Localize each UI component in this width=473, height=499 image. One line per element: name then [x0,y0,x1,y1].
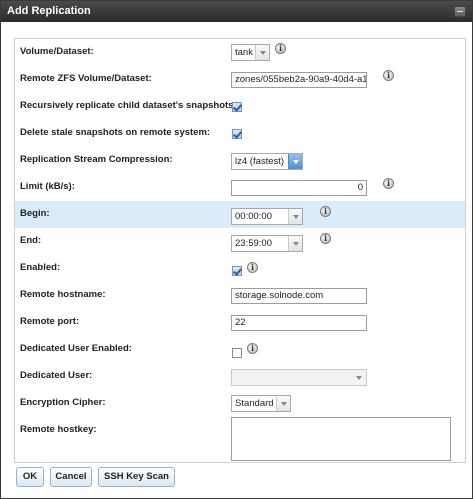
chevron-down-icon [352,370,366,385]
begin-label: Begin: [20,208,50,219]
dialog-titlebar: Add Replication [1,1,472,22]
dedicated-user-enabled-row: Dedicated User Enabled: i [15,336,465,363]
chevron-down-icon [288,154,302,169]
compression-row: Replication Stream Compression: lz4 (fas… [15,147,465,174]
dedicated-user-select[interactable] [231,369,367,386]
delete-stale-row: Delete stale snapshots on remote system: [15,120,465,147]
remote-volume-label: Remote ZFS Volume/Dataset: [20,73,152,84]
remote-port-input[interactable]: 22 [231,315,367,331]
compression-label: Replication Stream Compression: [20,154,173,165]
compression-value: lz4 (fastest) [235,156,285,167]
delete-stale-label: Delete stale snapshots on remote system: [20,127,211,138]
dialog-title: Add Replication [7,5,91,17]
recursive-checkbox[interactable] [232,102,242,112]
end-select[interactable]: 23:59:00 [231,235,303,252]
chevron-down-icon [288,209,302,224]
volume-value: tank [235,47,253,58]
compression-select[interactable]: lz4 (fastest) [231,153,303,170]
dedicated-user-label: Dedicated User: [20,370,93,381]
info-icon[interactable]: i [383,70,394,81]
remote-hostkey-textarea[interactable] [231,417,451,461]
chevron-down-icon [255,45,269,60]
dedicated-user-row: Dedicated User: [15,363,465,390]
chevron-down-icon [288,236,302,251]
limit-label: Limit (kB/s): [20,181,75,192]
dedicated-user-enabled-checkbox[interactable] [232,348,242,358]
remote-volume-input[interactable]: zones/055beb2a-90a9-40d4-a1e2 [231,72,367,88]
delete-stale-checkbox[interactable] [232,129,242,139]
add-replication-dialog: Add Replication Volume/Dataset: tank i R… [0,0,473,499]
limit-input[interactable]: 0 [231,180,367,196]
remote-volume-row: Remote ZFS Volume/Dataset: zones/055beb2… [15,66,465,93]
begin-row: Begin: 00:00:00 i [15,201,465,228]
ssh-key-scan-button[interactable]: SSH Key Scan [98,467,175,487]
info-icon[interactable]: i [275,43,286,54]
remote-port-row: Remote port: 22 [15,309,465,336]
end-row: End: 23:59:00 i [15,228,465,255]
enabled-checkbox[interactable] [232,266,242,276]
limit-row: Limit (kB/s): 0 i [15,174,465,201]
chevron-down-icon [276,396,290,411]
volume-label: Volume/Dataset: [20,46,94,57]
volume-select[interactable]: tank [231,44,270,61]
remote-hostkey-label: Remote hostkey: [20,424,97,435]
info-icon[interactable]: i [247,262,258,273]
info-icon[interactable]: i [247,343,258,354]
begin-value: 00:00:00 [235,211,272,222]
begin-select[interactable]: 00:00:00 [231,208,303,225]
recursive-row: Recursively replicate child dataset's sn… [15,93,465,120]
cipher-row: Encryption Cipher: Standard [15,390,465,417]
remote-port-label: Remote port: [20,316,80,327]
close-icon[interactable] [454,6,466,17]
recursive-label: Recursively replicate child dataset's sn… [20,100,237,111]
cipher-value: Standard [235,398,274,409]
remote-hostname-label: Remote hostname: [20,289,106,300]
info-icon[interactable]: i [383,178,394,189]
info-icon[interactable]: i [320,233,331,244]
info-icon[interactable]: i [320,206,331,217]
end-label: End: [20,235,42,246]
cipher-label: Encryption Cipher: [20,397,106,408]
enabled-label: Enabled: [20,262,61,273]
remote-hostname-input[interactable]: storage.solnode.com [231,288,367,304]
enabled-row: Enabled: i [15,255,465,282]
ok-button[interactable]: OK [16,467,44,487]
remote-hostname-row: Remote hostname: storage.solnode.com [15,282,465,309]
end-value: 23:59:00 [235,238,272,249]
dedicated-user-enabled-label: Dedicated User Enabled: [20,343,132,354]
cipher-select[interactable]: Standard [231,395,291,412]
cancel-button[interactable]: Cancel [50,467,92,487]
replication-form: Volume/Dataset: tank i Remote ZFS Volume… [14,38,466,463]
volume-row: Volume/Dataset: tank i [15,39,465,66]
